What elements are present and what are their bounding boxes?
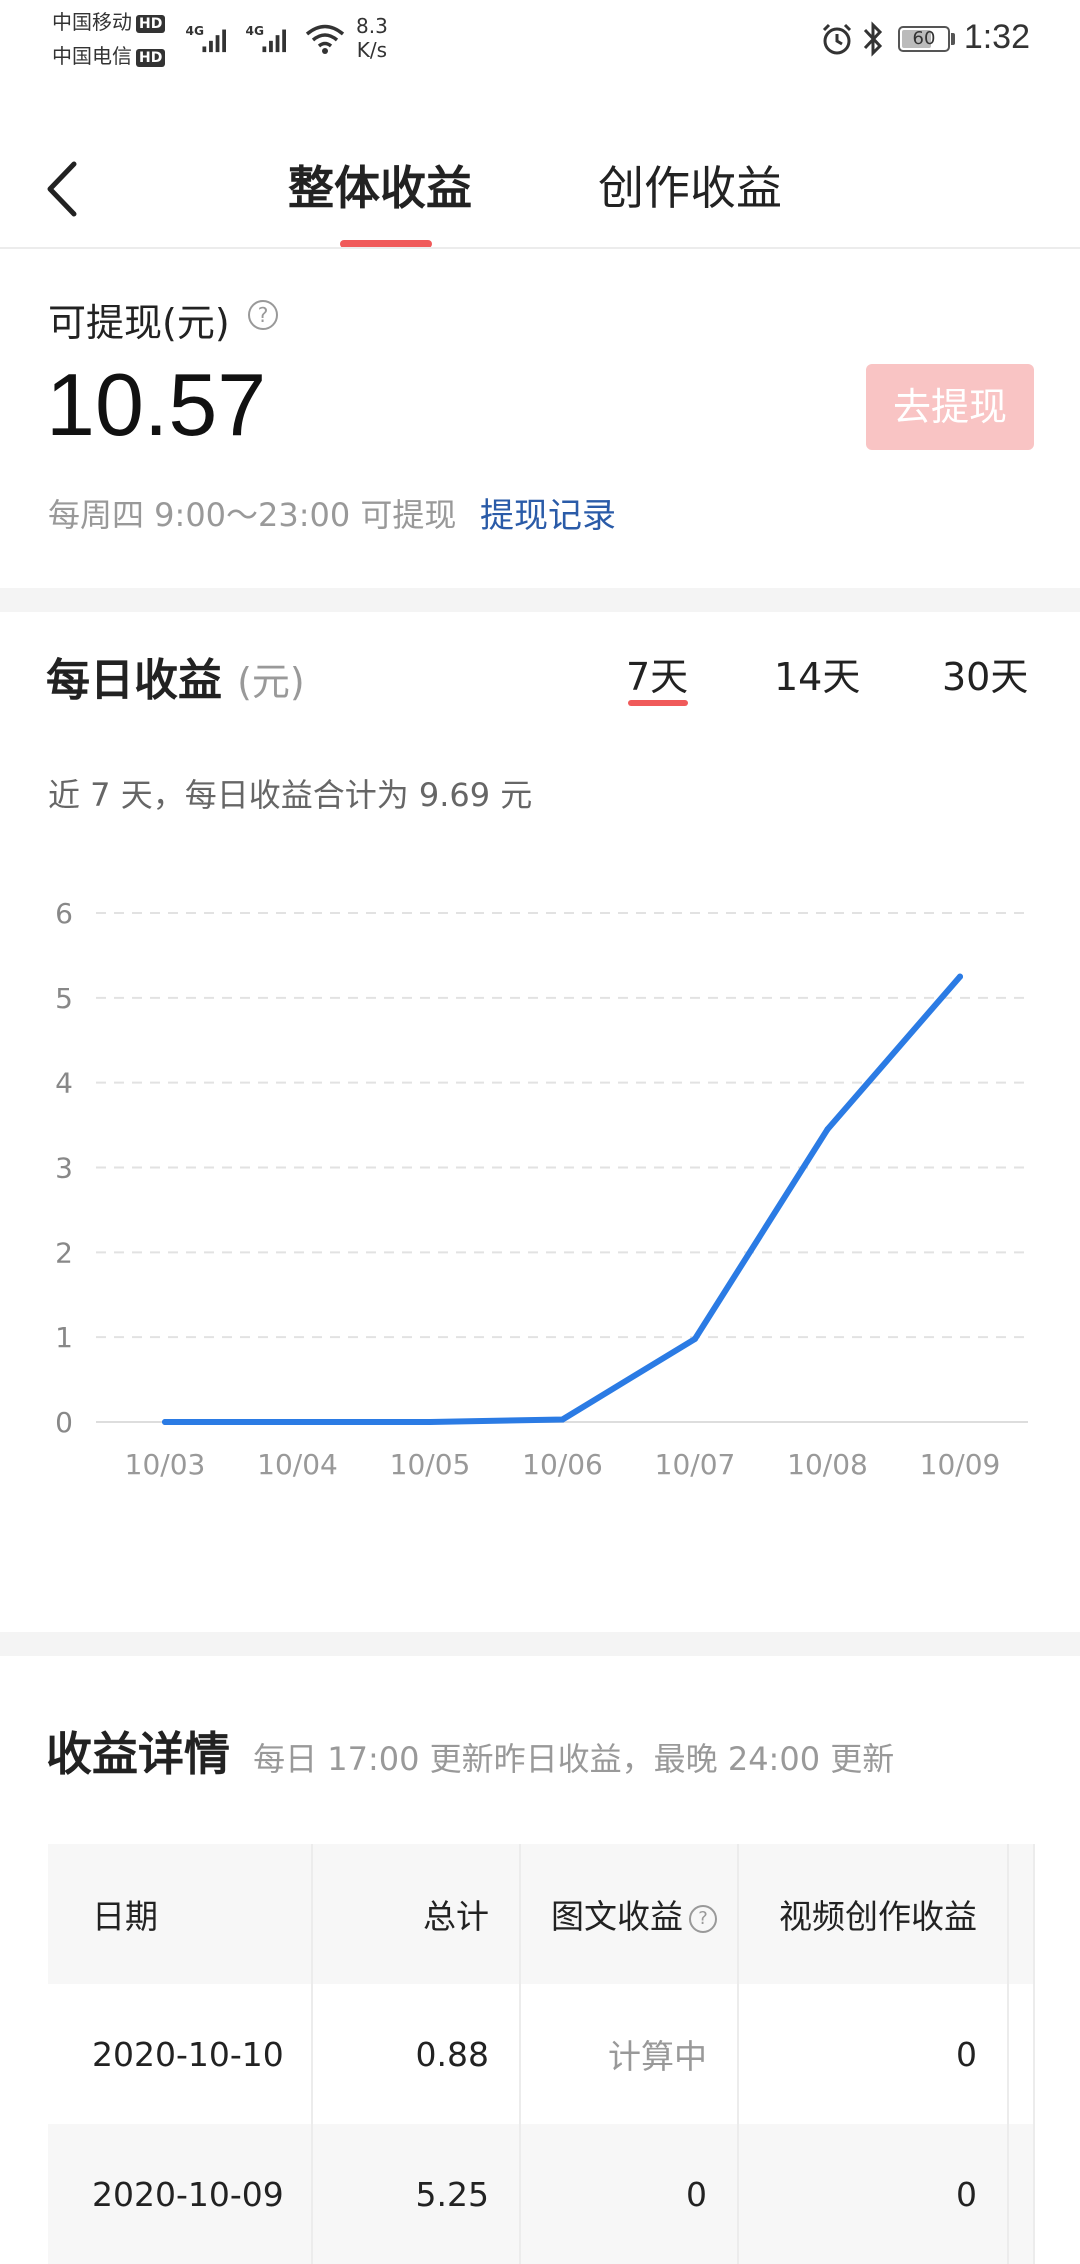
y-tick-label: 3 [55,1152,73,1185]
withdrawable-label: 可提现(元) [48,301,230,345]
cell-article: 0 [520,2124,739,2264]
hd-badge: HD [136,15,166,33]
carrier-1: 中国移动 HD [52,10,166,34]
y-tick-label: 6 [55,897,73,930]
column-header-total: 总计 [312,1844,521,1984]
hd-badge: HD [136,49,166,67]
withdraw-history-link[interactable]: 提现记录 [480,488,616,537]
section-divider [0,1632,1080,1656]
range-tab-7-days[interactable]: 7天 [626,646,688,701]
clock-time: 1:32 [963,18,1030,56]
x-tick-label: 10/08 [787,1448,868,1481]
network-type-2: 4G [246,24,265,38]
range-tab-14-days[interactable]: 14天 [774,646,860,701]
active-range-indicator [628,700,688,706]
earnings-details-header: 收益详情 每日 17:00 更新昨日收益，最晚 24:00 更新 [46,1718,894,1784]
y-tick-label: 5 [55,982,73,1015]
bluetooth-icon [863,21,883,57]
table-header-row: 日期 总计 图文收益? 视频创作收益 [48,1844,1035,1984]
network-speed: 8.3 K/s [356,14,388,62]
data-point [692,1335,698,1342]
withdraw-button[interactable]: 去提现 [866,364,1034,450]
help-icon[interactable]: ? [248,300,278,330]
help-icon[interactable]: ? [689,1905,717,1933]
tab-overall-earnings[interactable]: 整体收益 [288,152,472,218]
battery-icon: 60 [898,26,950,52]
x-tick-label: 10/05 [390,1448,471,1481]
x-tick-label: 10/06 [522,1448,603,1481]
column-header-article: 图文收益? [520,1844,739,1984]
cell-total: 5.25 [312,2124,521,2264]
signal-2-icon: 4G [246,24,286,53]
back-arrow-icon[interactable] [40,158,84,220]
section-divider [0,588,1080,612]
table-row: 2020-10-10 0.88 计算中 0 [48,1984,1035,2124]
x-tick-label: 10/03 [125,1448,206,1481]
earnings-details-title: 收益详情 [46,1727,230,1781]
daily-earnings-chart: 0 1 2 3 4 5 6 10/03 10/04 10/05 10/06 10/07 10/08 10/… [55,897,1028,1481]
header-divider [0,247,1080,249]
earnings-details-table: 日期 总计 图文收益? 视频创作收益 2020-10-10 0.88 计算中 0… [48,1844,1035,2264]
cell-total: 0.88 [312,1984,521,2124]
column-header-date: 日期 [48,1844,313,1984]
network-type-1: 4G [186,24,205,38]
data-point [559,1416,566,1423]
withdraw-schedule: 每周四 9:00～23:00 可提现 [48,496,457,534]
table-row: 2020-10-09 5.25 0 0 [48,2124,1035,2264]
signal-1-icon: 4G [186,24,226,53]
wifi-icon [305,24,345,54]
seven-day-summary: 近 7 天，每日收益合计为 9.69 元 [48,776,533,814]
x-tick-label: 10/04 [257,1448,338,1481]
y-tick-label: 0 [55,1406,73,1439]
data-point [957,973,963,980]
column-header-video: 视频创作收益 [738,1844,1009,1984]
cell-video: 0 [738,1984,1009,2124]
tab-creation-earnings[interactable]: 创作收益 [598,152,782,218]
y-tick-label: 4 [55,1067,73,1100]
range-tab-30-days[interactable]: 30天 [942,646,1028,701]
daily-earnings-title: 每日收益 (元) [46,655,305,706]
y-tick-label: 2 [55,1236,73,1269]
update-note: 每日 17:00 更新昨日收益，最晚 24:00 更新 [253,1740,895,1778]
data-point [824,1126,831,1133]
x-tick-label: 10/07 [655,1448,736,1481]
cell-video: 0 [738,2124,1009,2264]
data-point [427,1419,433,1425]
data-point [162,1419,168,1425]
series-line [162,973,963,1425]
carrier-2: 中国电信 HD [52,44,166,68]
cell-date: 2020-10-09 [48,2124,313,2264]
y-tick-label: 1 [55,1321,73,1354]
cell-date: 2020-10-10 [48,1984,313,2124]
x-tick-label: 10/09 [920,1448,1001,1481]
data-point [294,1419,301,1425]
balance-amount: 10.57 [46,355,267,454]
alarm-icon [822,23,852,55]
cell-article: 计算中 [520,1984,739,2124]
